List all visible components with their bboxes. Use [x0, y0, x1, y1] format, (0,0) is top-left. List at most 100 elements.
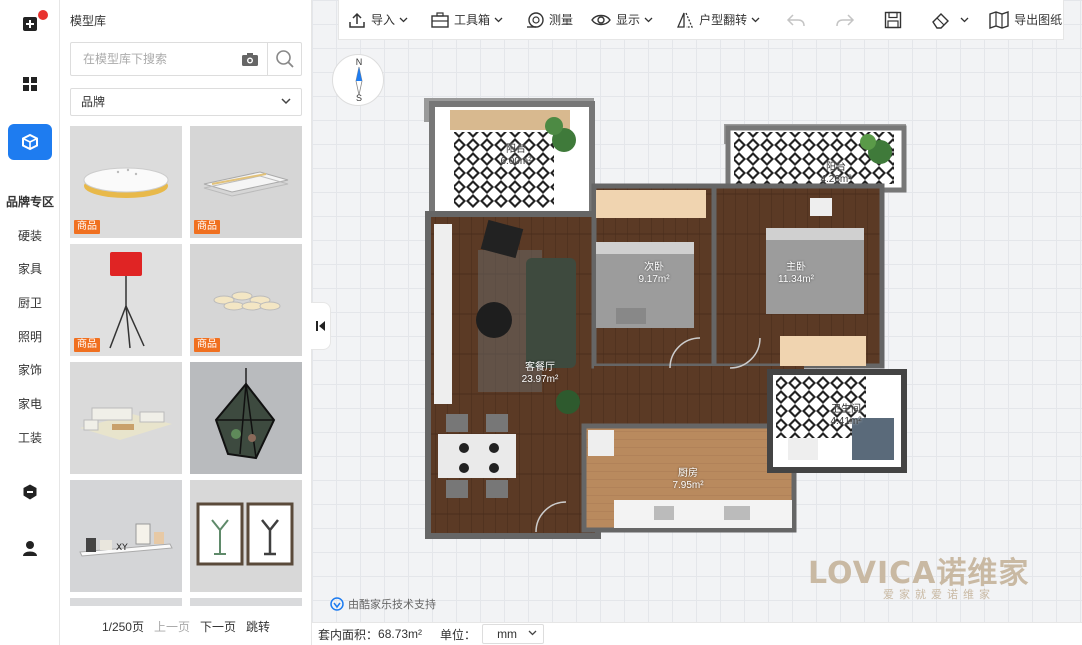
model-card[interactable] [70, 362, 182, 474]
apps-button[interactable] [8, 66, 52, 102]
home-button[interactable] [8, 6, 52, 42]
room-name: 客餐厅 [525, 362, 555, 373]
category-decor[interactable]: 家饰 [0, 354, 60, 388]
display-menu[interactable]: 显示 [582, 0, 667, 40]
sofa-set-thumbnail [70, 362, 182, 474]
collapse-panel-button[interactable] [311, 302, 331, 350]
shield-button[interactable] [8, 474, 52, 510]
brand-filter-select[interactable]: 品牌 [70, 88, 302, 116]
product-tag: 商品 [74, 220, 100, 234]
search-icon [276, 50, 294, 68]
wall-shelf-thumbnail: XY [70, 480, 182, 592]
floor-plan[interactable]: 阳台 6.00m² 阳台 4.26m² 次卧 9.17m² 主卧 11.34m²… [424, 96, 910, 540]
unit-select[interactable]: mm [482, 624, 545, 644]
room-label-balcony-2: 阳台 4.26m² [800, 162, 872, 186]
chevron-down-icon [494, 17, 503, 22]
toolbox-icon [431, 11, 449, 28]
import-menu[interactable]: 导入 [339, 0, 422, 40]
undo-button[interactable] [774, 0, 823, 40]
room-label-living-dining: 客餐厅 23.97m² [502, 362, 578, 386]
category-brand-zone[interactable]: 品牌专区 [0, 186, 60, 220]
category-lighting[interactable]: 照明 [0, 321, 60, 355]
eraser-icon [932, 12, 950, 29]
save-button[interactable] [872, 0, 919, 40]
room-area: 11.34m² [778, 274, 814, 285]
prev-page-button[interactable]: 上一页 [154, 620, 190, 634]
measure-button[interactable]: 测量 [517, 0, 582, 40]
import-label: 导入 [371, 13, 396, 27]
category-commercial[interactable]: 工装 [0, 422, 60, 456]
pagination: 1/250页 上一页 下一页 跳转 [60, 618, 312, 635]
cube-icon [22, 133, 38, 151]
collapse-left-icon [315, 321, 325, 331]
compass[interactable]: N S [332, 54, 384, 106]
model-library-panel: 模型库 品牌 商品 [60, 0, 312, 645]
model-card-partial [70, 598, 182, 606]
room-label-kitchen: 厨房 7.95m² [650, 468, 726, 492]
grid-icon [23, 77, 37, 91]
category-hardware[interactable]: 硬装 [0, 220, 60, 254]
product-tag: 商品 [194, 338, 220, 352]
chevron-down-icon [751, 17, 760, 22]
status-bar: 套内面积： 68.73m² 单位： mm [312, 622, 1082, 645]
room-name: 阳台 [506, 144, 526, 155]
room-name: 次卧 [644, 262, 664, 273]
export-drawing-button[interactable]: 导出图纸 [980, 0, 1071, 40]
flip-menu[interactable]: 户型翻转 [667, 0, 774, 40]
model-library-button[interactable] [8, 124, 52, 160]
search-button[interactable] [270, 45, 300, 73]
model-card[interactable] [190, 362, 302, 474]
eye-icon [591, 14, 611, 25]
lantern-thumbnail [190, 362, 302, 474]
export-label: 导出图纸 [1014, 13, 1063, 27]
room-name: 卫生间 [831, 404, 861, 415]
top-toolbar: 导入 工具箱 测量 显示 户型翻转 导出图纸 [338, 0, 1064, 40]
redo-button[interactable] [823, 0, 872, 40]
next-page-button[interactable]: 下一页 [200, 620, 236, 634]
model-card[interactable]: 商品 [190, 244, 302, 356]
toolbox-menu[interactable]: 工具箱 [422, 0, 517, 40]
eraser-menu[interactable] [919, 0, 980, 40]
undo-icon [787, 13, 805, 26]
room-name: 阳台 [826, 162, 846, 173]
model-card[interactable] [190, 480, 302, 592]
room-area: 4.41m² [830, 416, 862, 427]
chevron-down-icon [644, 17, 653, 22]
search-input[interactable] [71, 43, 236, 75]
room-label-second-bedroom: 次卧 9.17m² [616, 262, 692, 286]
area-label: 套内面积： [318, 627, 379, 642]
page-info: 1/250页 [101, 620, 144, 634]
category-furniture[interactable]: 家具 [0, 253, 60, 287]
area-value: 68.73m² [378, 627, 423, 641]
search-divider [267, 43, 268, 75]
map-icon [989, 10, 1009, 29]
notification-dot [38, 10, 48, 20]
model-grid: 商品 商品 商品 商品 XY [70, 126, 302, 606]
model-card[interactable]: 商品 [70, 244, 182, 356]
image-search-button[interactable] [239, 49, 261, 69]
category-list: 品牌专区 硬装 家具 厨卫 照明 家饰 家电 工装 [0, 186, 60, 456]
kujiale-logo-icon [330, 597, 344, 611]
jump-button[interactable]: 跳转 [246, 620, 270, 634]
panel-title: 模型库 [70, 14, 107, 28]
camera-icon [242, 52, 258, 66]
save-icon [884, 11, 902, 28]
user-icon [23, 541, 37, 556]
redo-icon [836, 13, 855, 26]
model-card[interactable]: 商品 [190, 126, 302, 238]
upload-icon [349, 12, 365, 28]
room-area: 9.17m² [638, 274, 670, 285]
unit-value: mm [497, 627, 518, 641]
unit-label: 单位： [440, 627, 477, 642]
brand-filter-label: 品牌 [81, 95, 106, 109]
room-label-balcony-1: 阳台 6.00m² [480, 144, 552, 168]
category-appliances[interactable]: 家电 [0, 388, 60, 422]
lovica-watermark: LOVICA诺维家 爱家就爱诺维家 [808, 548, 1070, 604]
room-label-bathroom: 卫生间 4.41m² [808, 404, 884, 428]
chevron-down-icon [960, 17, 969, 22]
product-tag: 商品 [74, 338, 100, 352]
user-button[interactable] [8, 530, 52, 566]
model-card[interactable]: 商品 [70, 126, 182, 238]
model-card[interactable]: XY [70, 480, 182, 592]
category-kitchen-bath[interactable]: 厨卫 [0, 287, 60, 321]
